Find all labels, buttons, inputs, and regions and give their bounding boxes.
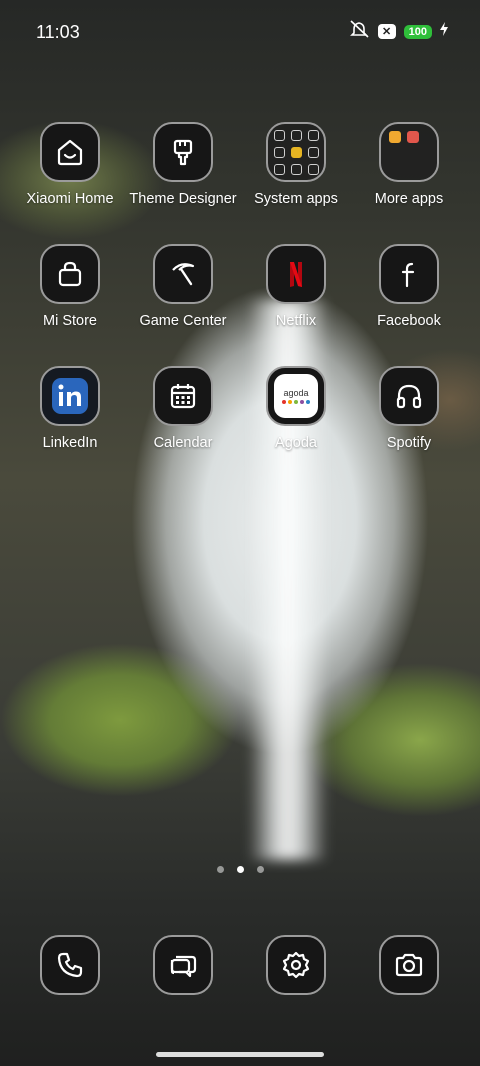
- app-netflix[interactable]: Netflix: [236, 244, 356, 329]
- mini-app-icon: [273, 129, 285, 141]
- app-label: Facebook: [377, 313, 441, 329]
- agoda-logo-text: agoda: [283, 388, 309, 398]
- dock-messages[interactable]: [123, 935, 243, 995]
- app-folder-more-apps[interactable]: More apps: [349, 122, 469, 207]
- folder-icon[interactable]: [379, 122, 439, 182]
- app-theme-designer[interactable]: Theme Designer: [123, 122, 243, 207]
- app-label: Netflix: [275, 313, 317, 329]
- dot-icon: [294, 400, 298, 404]
- chat-icon[interactable]: [153, 935, 213, 995]
- app-mi-store[interactable]: Mi Store: [10, 244, 130, 329]
- mini-app-icon: [307, 146, 319, 158]
- x-icon: ✕: [377, 24, 396, 39]
- netflix-icon[interactable]: [266, 244, 326, 304]
- app-xiaomi-home[interactable]: Xiaomi Home: [10, 122, 130, 207]
- mini-app-icon: [273, 163, 285, 175]
- home-screen: 11:03 ✕ 100 Xiaomi Home Theme Designer S…: [0, 0, 480, 1066]
- app-calendar[interactable]: Calendar: [123, 366, 243, 451]
- linkedin-icon[interactable]: [40, 366, 100, 426]
- agoda-icon[interactable]: agoda: [266, 366, 326, 426]
- folder-preview-grid: [273, 129, 319, 175]
- app-label: LinkedIn: [42, 435, 98, 451]
- mini-app-icon: [407, 131, 419, 143]
- folder-preview-row: [389, 131, 419, 143]
- app-label: Agoda: [275, 435, 317, 451]
- charging-icon: [440, 22, 448, 41]
- home-indicator-bar[interactable]: [156, 1052, 324, 1057]
- pickaxe-icon[interactable]: [153, 244, 213, 304]
- page-indicator[interactable]: [0, 866, 480, 873]
- mini-app-icon: [273, 146, 285, 158]
- app-linkedin[interactable]: LinkedIn: [10, 366, 130, 451]
- mini-app-icon: [290, 129, 302, 141]
- app-label: System apps: [254, 191, 338, 207]
- dock-camera[interactable]: [349, 935, 469, 995]
- calendar-icon[interactable]: [153, 366, 213, 426]
- mini-app-icon: [290, 163, 302, 175]
- app-label: Calendar: [153, 435, 213, 451]
- app-label: Game Center: [139, 313, 227, 329]
- mini-app-icon: [389, 131, 401, 143]
- folder-icon[interactable]: [266, 122, 326, 182]
- camera-icon[interactable]: [379, 935, 439, 995]
- app-facebook[interactable]: Facebook: [349, 244, 469, 329]
- app-label: Xiaomi Home: [26, 191, 114, 207]
- battery-icon: 100: [403, 24, 432, 39]
- agoda-dots: [282, 400, 310, 404]
- dock-settings[interactable]: [236, 935, 356, 995]
- xiaomi-home-icon[interactable]: [40, 122, 100, 182]
- status-bar: 11:03 ✕ 100: [0, 0, 480, 62]
- app-agoda[interactable]: agoda Agoda: [236, 366, 356, 451]
- status-time: 11:03: [36, 22, 80, 42]
- app-label: Spotify: [386, 435, 432, 451]
- mini-app-icon: [307, 163, 319, 175]
- dot-icon: [300, 400, 304, 404]
- page-dot[interactable]: [256, 866, 264, 873]
- page-dot[interactable]: [216, 866, 224, 873]
- facebook-icon[interactable]: [379, 244, 439, 304]
- mini-app-icon: [290, 146, 302, 158]
- app-label: More apps: [374, 191, 444, 207]
- paintbrush-icon[interactable]: [153, 122, 213, 182]
- app-spotify[interactable]: Spotify: [349, 366, 469, 451]
- dot-icon: [288, 400, 292, 404]
- gear-icon[interactable]: [266, 935, 326, 995]
- agoda-logo: agoda: [274, 374, 318, 418]
- dot-icon: [306, 400, 310, 404]
- status-icons: ✕ 100: [349, 20, 448, 43]
- app-label: Mi Store: [43, 313, 97, 329]
- page-dot-active[interactable]: [236, 866, 244, 873]
- app-folder-system-apps[interactable]: System apps: [236, 122, 356, 207]
- dock-phone[interactable]: [10, 935, 130, 995]
- mini-app-icon: [307, 129, 319, 141]
- dot-icon: [282, 400, 286, 404]
- app-game-center[interactable]: Game Center: [123, 244, 243, 329]
- headphones-icon[interactable]: [379, 366, 439, 426]
- phone-icon[interactable]: [40, 935, 100, 995]
- shopping-bag-icon[interactable]: [40, 244, 100, 304]
- mute-icon: [349, 20, 370, 43]
- app-label: Theme Designer: [129, 191, 237, 207]
